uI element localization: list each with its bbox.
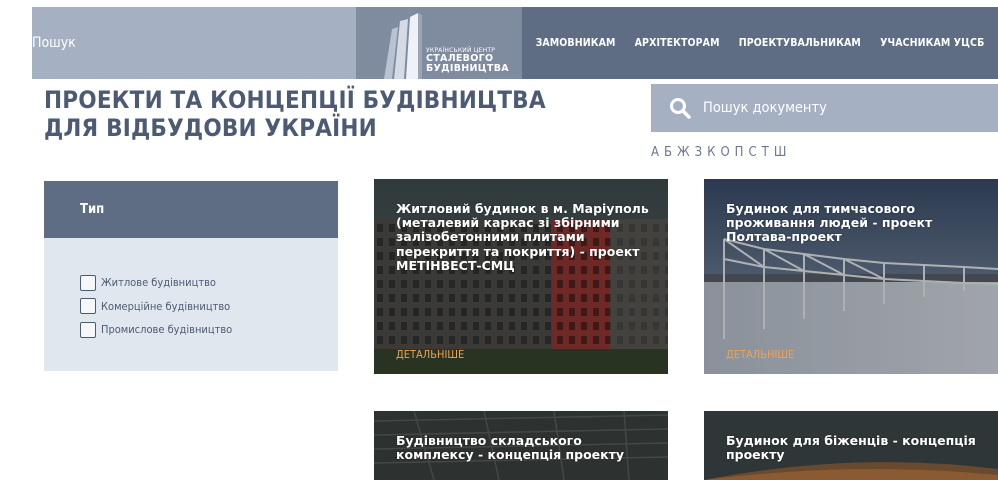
page-title: ПРОЕКТИ ТА КОНЦЕПЦІЇ БУДІВНИЦТВА ДЛЯ ВІД… bbox=[44, 86, 546, 142]
document-search bbox=[651, 84, 998, 132]
filter-title: Тип bbox=[80, 202, 105, 217]
filter-option-label: Житлове будівництво bbox=[101, 276, 216, 290]
project-card[interactable]: Будівництво складського комплексу - конц… bbox=[374, 411, 668, 480]
card-title[interactable]: Житловий будинок в м. Маріуполь (металев… bbox=[396, 201, 650, 273]
alphabet-letter[interactable]: Ж bbox=[677, 145, 690, 160]
checkbox[interactable] bbox=[80, 321, 96, 338]
alphabet-letter[interactable]: К bbox=[707, 145, 715, 160]
checkbox[interactable] bbox=[80, 298, 96, 315]
alphabet-letter[interactable]: З bbox=[695, 145, 703, 160]
card-title[interactable]: Будівництво складського комплексу - конц… bbox=[396, 433, 650, 462]
filter-option-residential[interactable]: Житлове будівництво bbox=[80, 271, 338, 295]
filter-option-industrial[interactable]: Промислове будівництво bbox=[80, 318, 338, 342]
document-search-input[interactable] bbox=[703, 100, 933, 116]
project-card[interactable]: Житловий будинок в м. Маріуполь (металев… bbox=[374, 179, 668, 374]
alphabet-letter[interactable]: Б bbox=[664, 145, 672, 160]
filter-option-label: Промислове будівництво bbox=[101, 323, 233, 337]
nav-item-designers[interactable]: ПРОЕКТУВАЛЬНИКАМ bbox=[739, 37, 861, 49]
card-more-link[interactable]: ДЕТАЛЬНІШЕ bbox=[726, 348, 794, 361]
filter-option-label: Комерційне будівництво bbox=[101, 299, 231, 313]
logo[interactable]: УКРАЇНСЬКИЙ ЦЕНТР СТАЛЕВОГО БУДІВНИЦТВА bbox=[356, 7, 522, 79]
nav-item-architects[interactable]: АРХІТЕКТОРАМ bbox=[635, 37, 720, 49]
alphabet-filter: А Б Ж З К О П С Т Ш bbox=[651, 145, 786, 160]
project-card[interactable]: Будинок для тимчасового проживання людей… bbox=[704, 179, 998, 374]
alphabet-letter[interactable]: О bbox=[720, 145, 729, 160]
header-search bbox=[32, 7, 356, 79]
site-header: УКРАЇНСЬКИЙ ЦЕНТР СТАЛЕВОГО БУДІВНИЦТВА … bbox=[32, 7, 998, 79]
nav-item-customers[interactable]: ЗАМОВНИКАМ bbox=[536, 37, 616, 49]
type-filter-panel: Тип Житлове будівництво Комерційне будів… bbox=[44, 181, 338, 371]
card-title[interactable]: Будинок для тимчасового проживання людей… bbox=[726, 201, 980, 245]
filter-option-commercial[interactable]: Комерційне будівництво bbox=[80, 295, 338, 319]
header-search-input[interactable] bbox=[32, 7, 356, 79]
project-card[interactable]: Будинок для біженців - концепція проекту bbox=[704, 411, 998, 480]
alphabet-letter[interactable]: Т bbox=[762, 145, 769, 160]
alphabet-letter[interactable]: Ш bbox=[774, 145, 787, 160]
card-title[interactable]: Будинок для біженців - концепція проекту bbox=[726, 433, 980, 462]
filter-header: Тип bbox=[44, 181, 338, 238]
nav-item-members[interactable]: УЧАСНИКАМ УЦСБ bbox=[880, 37, 984, 49]
main-nav: ЗАМОВНИКАМ АРХІТЕКТОРАМ ПРОЕКТУВАЛЬНИКАМ… bbox=[522, 7, 998, 79]
logo-line-3: БУДІВНИЦТВА bbox=[426, 62, 509, 74]
filter-options: Житлове будівництво Комерційне будівницт… bbox=[44, 238, 338, 342]
checkbox[interactable] bbox=[80, 274, 96, 291]
page: УКРАЇНСЬКИЙ ЦЕНТР СТАЛЕВОГО БУДІВНИЦТВА … bbox=[0, 0, 998, 480]
alphabet-letter[interactable]: П bbox=[735, 145, 744, 160]
search-icon[interactable] bbox=[669, 97, 691, 119]
alphabet-letter[interactable]: А bbox=[651, 145, 659, 160]
card-more-link[interactable]: ДЕТАЛЬНІШЕ bbox=[396, 348, 464, 361]
logo-text: УКРАЇНСЬКИЙ ЦЕНТР СТАЛЕВОГО БУДІВНИЦТВА bbox=[426, 48, 509, 73]
alphabet-letter[interactable]: С bbox=[748, 145, 756, 160]
